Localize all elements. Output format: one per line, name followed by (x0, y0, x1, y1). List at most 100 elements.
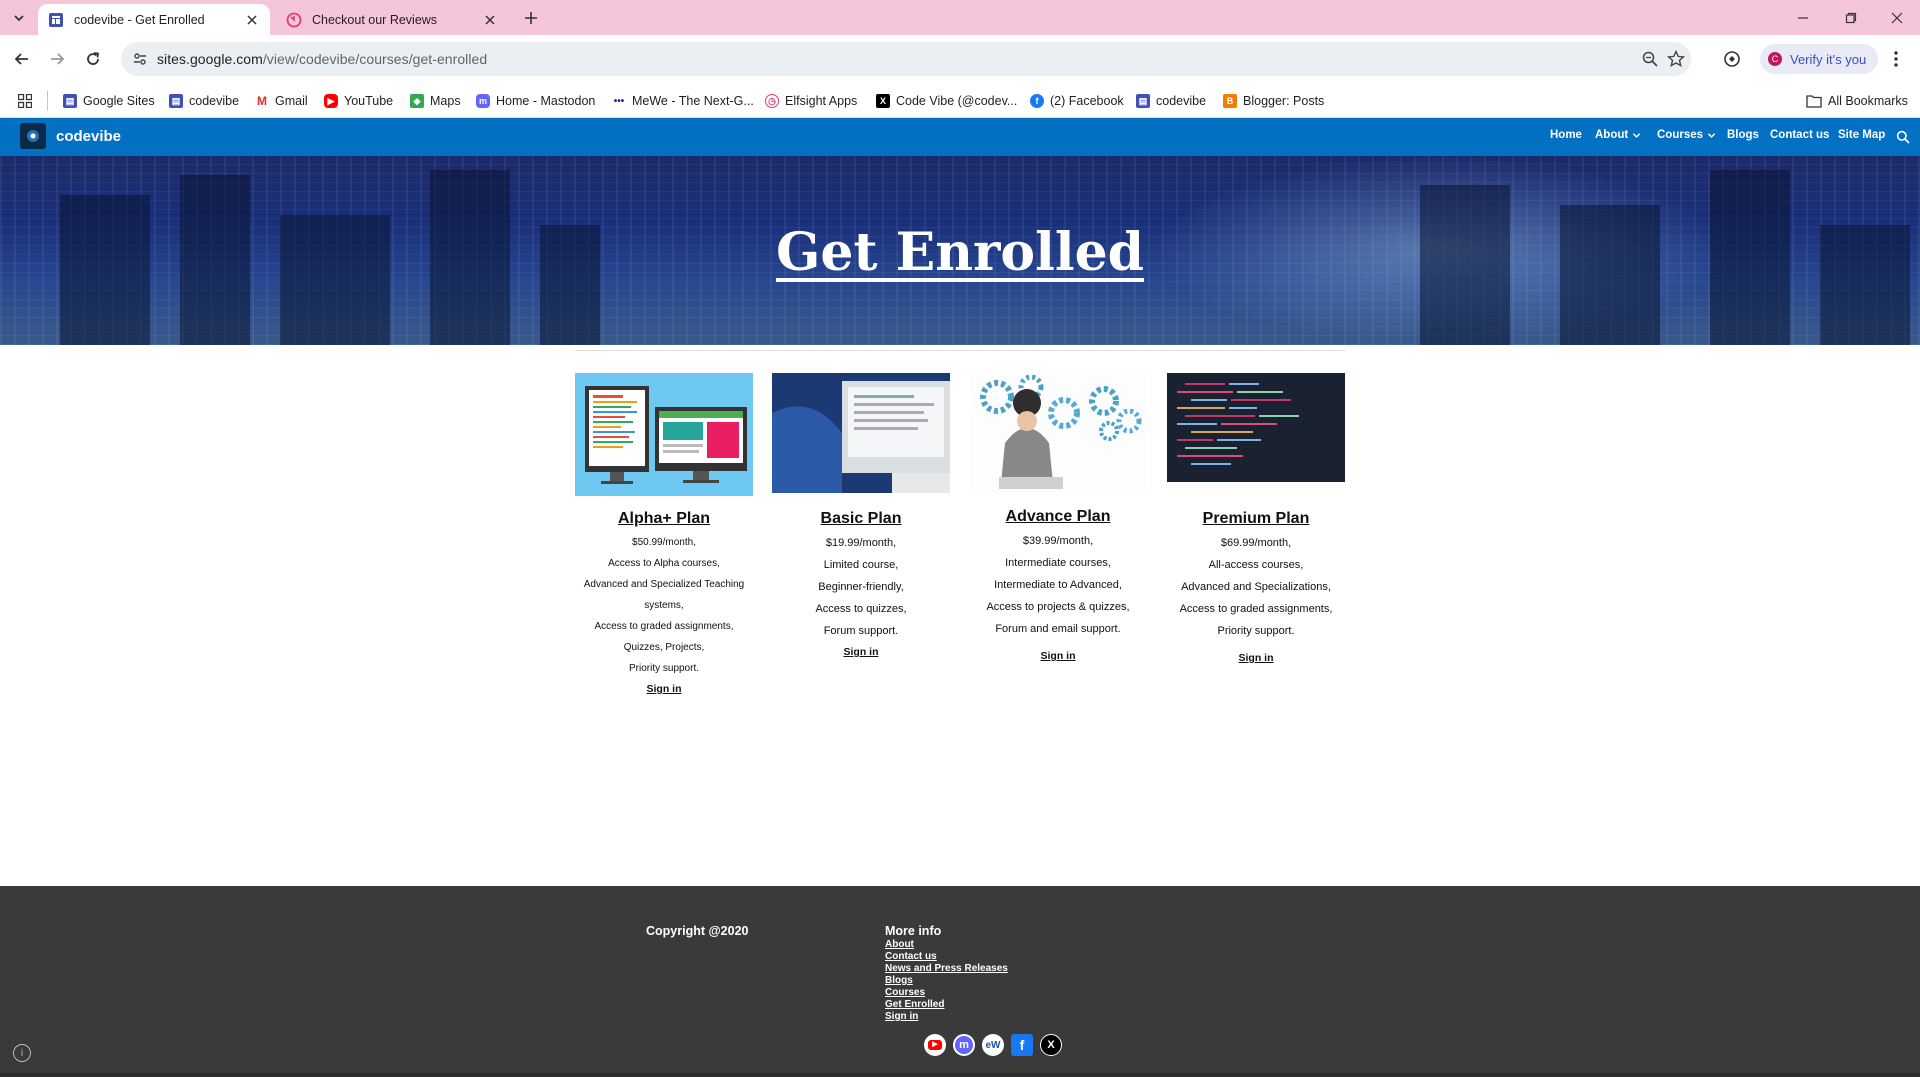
restore-button[interactable] (1828, 0, 1874, 35)
address-bar[interactable]: sites.google.com/view/codevibe/courses/g… (121, 42, 1691, 76)
bookmark-facebook[interactable]: f (2) Facebook (1030, 92, 1124, 110)
nav-label: Contact us (1770, 129, 1830, 141)
nav-site-map[interactable]: Site Map (1838, 129, 1885, 141)
plan-name[interactable]: Premium Plan (1167, 510, 1345, 528)
bookmark-codevibe-x[interactable]: X Code Vibe (@codev... (876, 92, 1017, 110)
apps-button[interactable] (18, 92, 32, 110)
sign-in-link[interactable]: Sign in (969, 650, 1147, 662)
more-vert-icon[interactable] (1886, 49, 1906, 69)
bookmark-blogger[interactable]: B Blogger: Posts (1223, 92, 1324, 110)
info-icon[interactable]: i (13, 1044, 31, 1062)
all-bookmarks-label: All Bookmarks (1828, 94, 1908, 108)
footer-link-courses[interactable]: Courses (885, 987, 1008, 999)
nav-about[interactable]: About (1595, 129, 1641, 141)
bookmark-mastodon[interactable]: m Home - Mastodon (476, 92, 595, 110)
bookmark-codevibe-2[interactable]: ▤ codevibe (1136, 92, 1206, 110)
zoom-icon[interactable] (1641, 50, 1659, 68)
chevron-down-icon (1633, 132, 1641, 138)
folder-icon (1806, 95, 1822, 108)
plan-feature: Access to Alpha courses, (608, 558, 720, 569)
site-info-icon[interactable] (131, 50, 149, 68)
bookmark-label: Gmail (275, 94, 308, 108)
mewe-icon: ••• (612, 94, 626, 108)
footer-link-about[interactable]: About (885, 939, 1008, 951)
nav-courses[interactable]: Courses (1657, 129, 1716, 141)
bookmark-mewe[interactable]: ••• MeWe - The Next-G... (612, 92, 754, 110)
reload-button[interactable] (81, 47, 105, 71)
hero-banner: Get Enrolled (0, 156, 1920, 345)
sign-in-link[interactable]: Sign in (772, 646, 950, 658)
facebook-icon[interactable]: f (1011, 1034, 1033, 1056)
close-icon[interactable] (244, 12, 260, 28)
elfsight-icon (286, 12, 302, 27)
nav-label: Blogs (1727, 129, 1759, 141)
bookmark-label: MeWe - The Next-G... (632, 94, 754, 108)
forward-button[interactable] (45, 47, 69, 71)
bookmark-gmail[interactable]: M Gmail (255, 92, 308, 110)
bookmark-google-sites[interactable]: ▤ Google Sites (63, 92, 155, 110)
nav-home[interactable]: Home (1550, 129, 1582, 141)
nav-contact-us[interactable]: Contact us (1770, 129, 1829, 141)
site-logo[interactable] (20, 123, 46, 149)
search-icon[interactable] (1896, 130, 1910, 144)
profile-avatar: C (1768, 52, 1782, 66)
mewe-icon[interactable]: eW (982, 1034, 1004, 1056)
nav-blogs[interactable]: Blogs (1727, 129, 1759, 141)
new-tab-button[interactable] (520, 7, 542, 29)
plan-feature: Beginner-friendly, (818, 581, 904, 593)
all-bookmarks-button[interactable]: All Bookmarks (1806, 92, 1908, 110)
back-button[interactable] (10, 47, 34, 71)
bookmarks-bar: ▤ Google Sites ▤ codevibe M Gmail ▶ YouT… (0, 84, 1920, 118)
footer-link-news[interactable]: News and Press Releases (885, 963, 1008, 975)
close-icon[interactable] (482, 12, 498, 28)
sign-in-link[interactable]: Sign in (1167, 652, 1345, 664)
tab-get-enrolled[interactable]: codevibe - Get Enrolled (38, 4, 270, 35)
nav-label: Home (1550, 129, 1582, 141)
footer-link-sign-in[interactable]: Sign in (885, 1011, 1008, 1023)
google-sites-icon: ▤ (1136, 94, 1150, 108)
bookmark-maps[interactable]: ◆ Maps (410, 92, 461, 110)
social-links: ▶ m eW f X (924, 1034, 1062, 1056)
tab-search-button[interactable] (8, 7, 30, 29)
verify-profile-button[interactable]: C Verify it's you (1760, 44, 1879, 74)
plan-features: $39.99/month, Intermediate courses, Inte… (969, 530, 1147, 640)
plan-card-premium: Premium Plan $69.99/month, All-access co… (1167, 373, 1345, 664)
elfsight-icon: ◷ (765, 94, 779, 108)
plan-feature: Intermediate to Advanced, (994, 579, 1122, 591)
reload-icon (87, 52, 100, 65)
plan-feature: Access to graded assignments, (594, 621, 734, 632)
bookmark-star-icon[interactable] (1667, 50, 1685, 68)
plan-name[interactable]: Basic Plan (772, 510, 950, 528)
browser-toolbar: sites.google.com/view/codevibe/courses/g… (0, 35, 1920, 84)
footer-link-blogs[interactable]: Blogs (885, 975, 1008, 987)
plan-feature: Priority support. (1217, 625, 1295, 637)
plan-image-premium (1167, 373, 1345, 482)
nav-label: Courses (1657, 129, 1704, 141)
footer-link-contact-us[interactable]: Contact us (885, 951, 1008, 963)
plan-feature: Advanced and Specializations, (1181, 581, 1331, 593)
minimize-icon (1798, 16, 1808, 19)
bookmark-label: YouTube (344, 94, 394, 108)
plan-name[interactable]: Advance Plan (969, 508, 1147, 526)
bookmark-elfsight[interactable]: ◷ Elfsight Apps (765, 92, 857, 110)
sign-in-link[interactable]: Sign in (575, 683, 753, 695)
tab-reviews[interactable]: Checkout our Reviews (276, 4, 508, 35)
nav-label: Site Map (1838, 129, 1886, 141)
footer-link-get-enrolled[interactable]: Get Enrolled (885, 999, 1008, 1011)
url-text: sites.google.com/view/codevibe/courses/g… (157, 51, 487, 67)
bookmark-codevibe[interactable]: ▤ codevibe (169, 92, 239, 110)
site-header: codevibe Home About Courses Blogs Contac… (0, 118, 1920, 156)
youtube-icon[interactable]: ▶ (924, 1034, 946, 1056)
monitor-illustration-icon (585, 386, 747, 484)
x-icon[interactable]: X (1040, 1034, 1062, 1056)
site-title[interactable]: codevibe (56, 128, 121, 145)
close-window-button[interactable] (1874, 0, 1920, 35)
minimize-button[interactable] (1780, 0, 1826, 35)
plan-feature: systems, (644, 600, 684, 611)
plan-name[interactable]: Alpha+ Plan (575, 510, 753, 528)
extensions-icon[interactable] (1722, 49, 1742, 69)
url-path: /view/codevibe/courses/get-enrolled (262, 51, 488, 67)
plan-feature: Forum and email support. (995, 623, 1121, 635)
mastodon-icon[interactable]: m (953, 1034, 975, 1056)
bookmark-youtube[interactable]: ▶ YouTube (324, 92, 393, 110)
